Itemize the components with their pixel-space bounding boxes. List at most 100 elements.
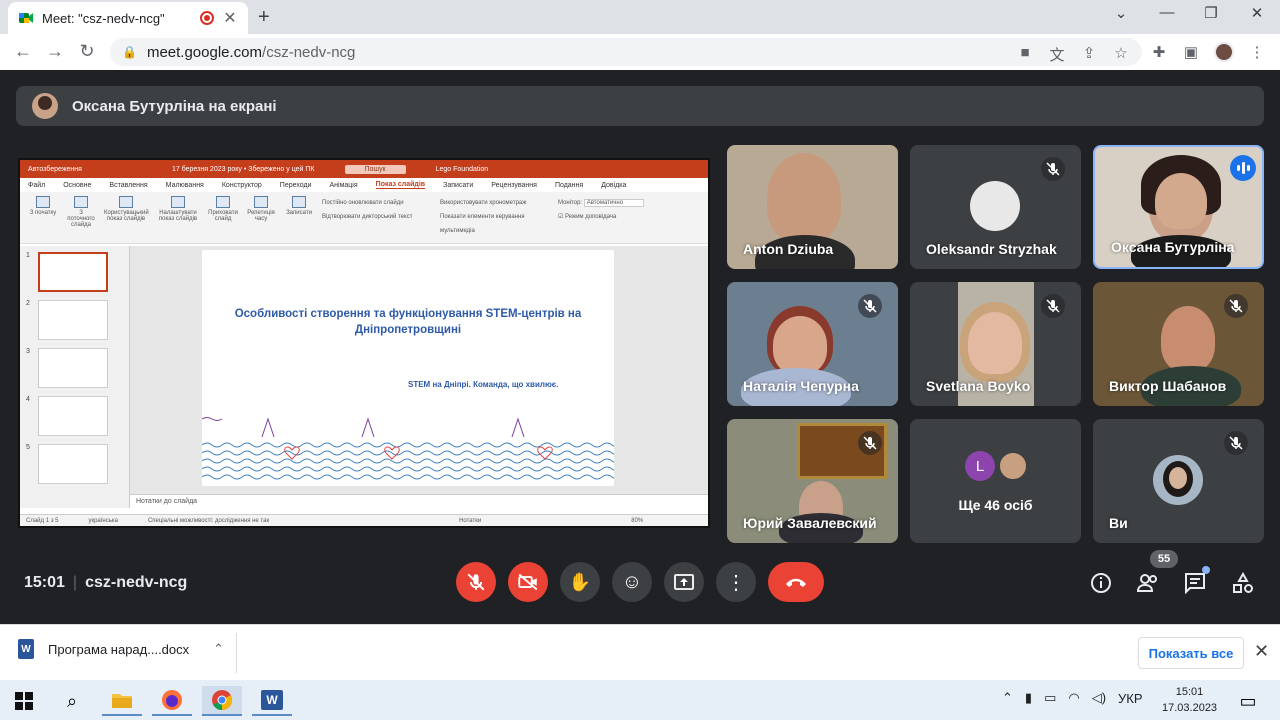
ppt-search[interactable]: Пошук: [344, 164, 406, 174]
notifications-icon[interactable]: ▭: [1228, 686, 1268, 716]
volume-icon[interactable]: ◁): [1092, 690, 1106, 706]
forward-icon[interactable]: →: [44, 41, 66, 62]
participant-tile[interactable]: Наталія Чепурна: [727, 282, 898, 406]
participant-video: [968, 312, 1022, 374]
restore-icon[interactable]: ❐: [1196, 4, 1226, 22]
participant-tile[interactable]: Anton Dziuba: [727, 145, 898, 269]
extensions-icon[interactable]: ✚: [1150, 43, 1168, 61]
ppt-menu-file[interactable]: Файл: [28, 182, 45, 189]
notes-pane[interactable]: Нотатки до слайда: [130, 494, 708, 508]
ppt-autosave[interactable]: Автозбереження: [28, 166, 82, 173]
ppt-menu-slideshow[interactable]: Показ слайдів: [375, 181, 426, 189]
address-bar[interactable]: 🔒 meet.google.com/csz-nedv-ncg ■ 文 ⇪ ☆: [110, 38, 1142, 66]
slide-thumbnail-5[interactable]: [38, 444, 108, 484]
windows-start-icon[interactable]: [4, 686, 44, 716]
slide-thumbnail-3[interactable]: [38, 348, 108, 388]
battery-icon[interactable]: ▭: [1044, 690, 1056, 706]
ppt-menu-help[interactable]: Довідка: [601, 182, 626, 189]
chrome-icon[interactable]: [202, 686, 242, 716]
ppt-menu-design[interactable]: Конструктор: [222, 182, 262, 189]
ppt-menu-view[interactable]: Подання: [555, 182, 583, 189]
ribbon-record[interactable]: Записати: [284, 196, 314, 239]
taskbar-clock[interactable]: 15:01 17.03.2023: [1162, 684, 1217, 716]
bookmark-star-icon[interactable]: ☆: [1112, 44, 1130, 65]
new-tab-icon[interactable]: +: [258, 6, 270, 29]
profile-avatar[interactable]: [1214, 42, 1234, 62]
more-options-button[interactable]: ⋮: [716, 562, 756, 602]
participant-video: [767, 153, 841, 243]
ribbon-from-current[interactable]: З поточного слайда: [66, 196, 96, 239]
activities-button[interactable]: [1232, 571, 1254, 599]
meet-control-bar: 15:01 | csz-nedv-ncg ✋ ☺ ⋮ 55: [0, 542, 1280, 624]
participant-tile-speaking[interactable]: Оксана Бутурліна: [1093, 145, 1264, 269]
people-button[interactable]: [1136, 572, 1160, 599]
meeting-details-button[interactable]: [1090, 572, 1112, 599]
reactions-button[interactable]: ☺: [612, 562, 652, 602]
back-icon[interactable]: ←: [12, 41, 34, 62]
present-screen-button[interactable]: [664, 562, 704, 602]
chevron-up-icon[interactable]: ⌃: [213, 641, 224, 657]
chrome-menu-icon[interactable]: ⋮: [1248, 43, 1266, 61]
camera-toggle-button[interactable]: [508, 562, 548, 602]
slide-title: Особливості створення та функціонування …: [234, 308, 582, 336]
slide-thumbnail-1[interactable]: [38, 252, 108, 292]
ppt-menu-record[interactable]: Записати: [443, 182, 473, 189]
download-item[interactable]: W Програма нарад....docx ⌃: [18, 639, 224, 659]
presenter-view-checkbox[interactable]: Режим доповідача: [565, 214, 616, 220]
browser-tab-meet[interactable]: Meet: "csz-nedv-ncg" ✕: [8, 2, 248, 34]
camera-in-use-icon[interactable]: ■: [1016, 44, 1034, 65]
leave-call-button[interactable]: [768, 562, 824, 602]
language-indicator[interactable]: УКР: [1118, 691, 1143, 706]
reload-icon[interactable]: ↻: [76, 41, 98, 62]
show-all-downloads-button[interactable]: Показать все: [1138, 637, 1244, 669]
file-explorer-icon[interactable]: [102, 686, 142, 716]
close-download-bar-icon[interactable]: ✕: [1254, 641, 1269, 662]
ppt-menu-home[interactable]: Основне: [63, 182, 91, 189]
close-tab-icon[interactable]: ✕: [222, 8, 238, 28]
meeting-info: 15:01 | csz-nedv-ncg: [24, 574, 188, 591]
ribbon-rehearse[interactable]: Репетиція часу: [246, 196, 276, 239]
ribbon-custom-show[interactable]: Користувацький показ слайдів: [104, 196, 149, 239]
mic-toggle-button[interactable]: [456, 562, 496, 602]
translate-icon[interactable]: 文: [1048, 44, 1066, 65]
participant-tile[interactable]: Виктор Шабанов: [1093, 282, 1264, 406]
recording-icon: [200, 11, 214, 25]
ppt-menu-review[interactable]: Рецензування: [491, 182, 537, 189]
self-tile[interactable]: Ви: [1093, 419, 1264, 543]
search-icon[interactable]: ⌕: [52, 686, 92, 716]
firefox-icon[interactable]: [152, 686, 192, 716]
ppt-menu-animations[interactable]: Анімація: [330, 182, 358, 189]
ppt-menu-draw[interactable]: Малювання: [166, 182, 204, 189]
participant-tile[interactable]: Oleksandr Stryzhak: [910, 145, 1081, 269]
ppt-menu-insert[interactable]: Вставлення: [109, 182, 147, 189]
participant-tile[interactable]: Svetlana Boyko: [910, 282, 1081, 406]
chat-button[interactable]: [1184, 566, 1210, 599]
slide-canvas[interactable]: Особливості створення та функціонування …: [202, 250, 614, 486]
monitor-select[interactable]: Автоматично: [583, 199, 645, 207]
word-app-icon[interactable]: W: [252, 686, 292, 716]
participant-tile[interactable]: Юрий Завалевский: [727, 419, 898, 543]
raise-hand-button[interactable]: ✋: [560, 562, 600, 602]
wifi-icon[interactable]: ◠: [1068, 690, 1079, 706]
status-zoom[interactable]: 80%: [631, 518, 643, 524]
taskbar-date: 17.03.2023: [1162, 702, 1218, 714]
slide-thumbnail-4[interactable]: [38, 396, 108, 436]
tray-expand-icon[interactable]: ⌃: [1002, 690, 1013, 706]
ribbon-from-start[interactable]: З початку: [28, 196, 58, 239]
minimize-icon[interactable]: —: [1152, 4, 1182, 21]
participant-avatar: [970, 181, 1020, 231]
share-icon[interactable]: ⇪: [1080, 44, 1098, 65]
tab-search-icon[interactable]: ⌄: [1106, 4, 1136, 22]
status-notes[interactable]: Нотатки: [459, 518, 481, 524]
status-accessibility[interactable]: Спеціальні можливості: дослідження не та…: [148, 518, 269, 524]
ppt-menu-transitions[interactable]: Переходи: [280, 182, 312, 189]
ribbon-hide-slide[interactable]: Приховати слайд: [208, 196, 238, 239]
more-participants-tile[interactable]: L Ще 46 осіб: [910, 419, 1081, 543]
ppt-account[interactable]: Lego Foundation: [436, 166, 489, 173]
ppt-menu: Файл Основне Вставлення Малювання Констр…: [20, 178, 708, 192]
microphone-icon[interactable]: ▮: [1025, 690, 1032, 706]
side-panel-icon[interactable]: ▣: [1182, 43, 1200, 61]
slide-thumbnail-2[interactable]: [38, 300, 108, 340]
window-close-icon[interactable]: ✕: [1242, 4, 1272, 22]
ribbon-setup-show[interactable]: Налаштувати показ слайдів: [156, 196, 200, 239]
